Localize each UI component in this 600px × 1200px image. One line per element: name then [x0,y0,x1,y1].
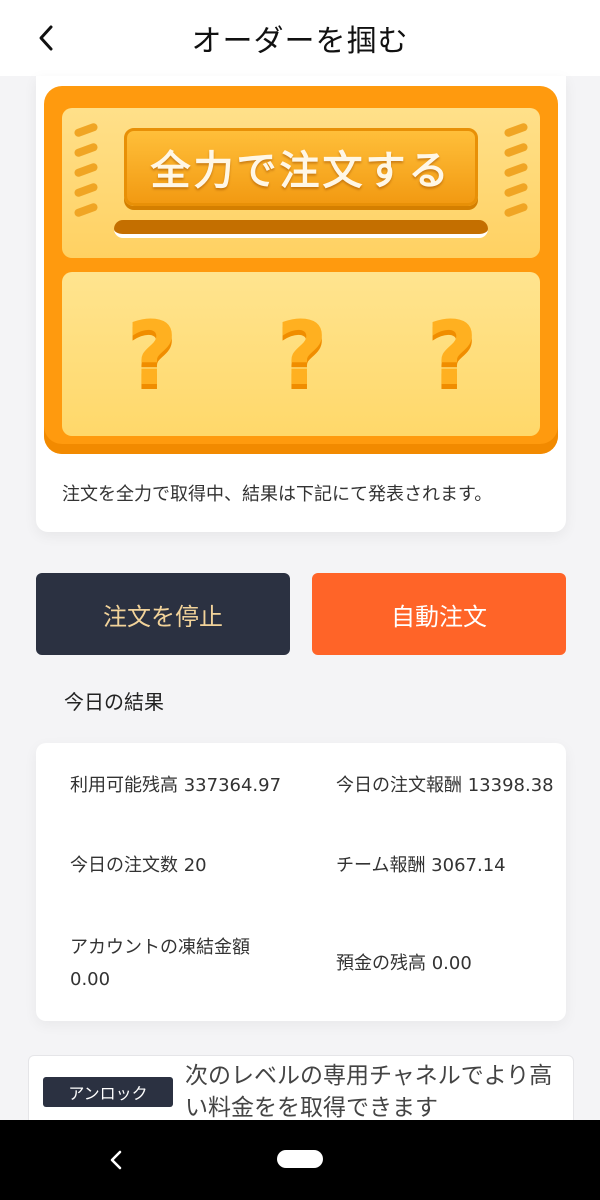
decor-slat [73,182,99,198]
decor-slat [73,122,99,138]
results-title: 今日の結果 [64,690,164,714]
top-bar: オーダーを掴む [0,0,600,76]
team-commission: チーム報酬 3067.14 [336,855,506,876]
page-title: オーダーを掴む [191,24,409,59]
auto-order-button[interactable]: 自動注文 [312,573,566,655]
nav-home-button[interactable] [277,1150,323,1168]
result-slot [114,220,488,238]
nav-back-icon [110,1150,122,1170]
frozen-amount-value: 0.00 [70,969,111,990]
frozen-amount-label: アカウントの凍結金額 [70,937,250,958]
machine-caption: 注文を全力で取得中、結果は下記にて発表されます。 [62,484,493,505]
order-commission: 今日の注文報酬 13398.38 [336,775,554,796]
decor-slat [73,142,99,158]
question-mark-icon: ? [126,302,178,405]
question-mark-icon: ? [426,302,478,405]
grab-order-button[interactable]: 全力で注文する [124,128,478,206]
grab-order-label: 全力で注文する [150,148,452,194]
nav-back-button[interactable] [98,1142,134,1178]
decor-slat [503,182,529,198]
available-balance: 利用可能残高 337364.97 [70,775,282,796]
decor-slat [73,162,99,178]
unlock-description: 次のレベルの専用チャネルでより高い料金をを取得できます [185,1063,553,1121]
machine-result-panel: ? ? ? [62,272,540,436]
decor-slat [503,202,529,218]
results-card: 利用可能残高 337364.97 今日の注文報酬 13398.38 今日の注文数… [36,743,566,1021]
back-button[interactable] [26,16,66,60]
decor-slat [73,202,99,218]
chevron-left-icon [39,25,53,51]
machine-top-panel: 全力で注文する [62,108,540,258]
system-nav-bar [0,1120,600,1200]
decor-slat [503,142,529,158]
order-machine: 全力で注文する ? ? ? [44,86,558,454]
stop-order-button[interactable]: 注文を停止 [36,573,290,655]
unlock-button[interactable]: アンロック [43,1077,173,1107]
question-mark-icon: ? [276,302,328,405]
order-count: 今日の注文数 20 [70,855,207,876]
order-machine-card: 全力で注文する ? ? ? 注文を全力で取得中、結果は下記にて発表されます。 [36,76,566,532]
decor-slat [503,162,529,178]
decor-slat [503,122,529,138]
deposit-balance: 預金の残高 0.00 [336,953,472,974]
